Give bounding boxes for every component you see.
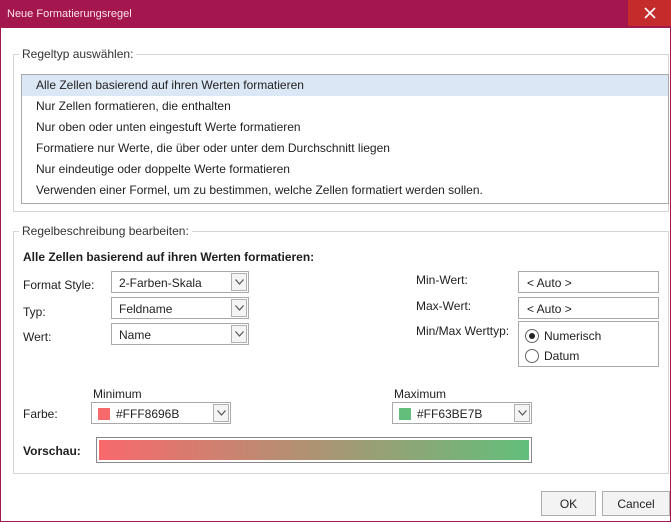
min-color-swatch	[98, 408, 110, 420]
radio-label: Numerisch	[544, 329, 602, 343]
rule-type-item[interactable]: Formatiere nur Werte, die über oder unte…	[22, 138, 668, 159]
typ-select[interactable]: Feldname	[111, 297, 249, 319]
wert-label: Wert:	[23, 330, 52, 344]
max-value-field[interactable]: < Auto >	[518, 297, 659, 319]
rule-type-item[interactable]: Nur Zellen formatieren, die enthalten	[22, 96, 668, 117]
rule-type-legend: Regeltyp auswählen:	[22, 47, 134, 61]
preview-gradient	[99, 440, 529, 460]
minmax-type-group: Numerisch Datum	[518, 321, 659, 367]
max-value-text: < Auto >	[527, 302, 572, 316]
radio-numerisch[interactable]: Numerisch	[525, 327, 601, 345]
dropdown-button[interactable]	[231, 273, 247, 291]
dropdown-button[interactable]	[514, 404, 530, 422]
preview-bar	[96, 437, 532, 463]
radio-button-checked[interactable]	[525, 329, 539, 343]
rule-type-item[interactable]: Nur oben oder unten eingestuft Werte for…	[22, 117, 668, 138]
farbe-label: Farbe:	[23, 407, 58, 421]
chevron-down-icon	[517, 410, 527, 416]
minimum-label: Minimum	[93, 387, 142, 401]
chevron-down-icon	[216, 410, 226, 416]
min-color-text: #FFF8696B	[116, 407, 180, 421]
dropdown-button[interactable]	[231, 325, 247, 343]
format-style-select[interactable]: 2-Farben-Skala	[111, 271, 249, 293]
min-value-text: < Auto >	[527, 276, 572, 290]
title-bar: Neue Formatierungsregel	[1, 0, 671, 28]
typ-label: Typ:	[23, 305, 46, 319]
maximum-label: Maximum	[394, 387, 447, 401]
description-heading: Alle Zellen basierend auf ihren Werten f…	[23, 250, 315, 264]
dialog-window: Neue Formatierungsregel Regeltyp auswähl…	[0, 0, 671, 522]
rule-type-item[interactable]: Nur eindeutige oder doppelte Werte forma…	[22, 159, 668, 180]
rule-type-item[interactable]: Alle Zellen basierend auf ihren Werten f…	[22, 75, 668, 96]
radio-button[interactable]	[525, 349, 539, 363]
format-style-value: 2-Farben-Skala	[119, 276, 202, 290]
max-value-label: Max-Wert:	[416, 299, 472, 313]
max-color-picker[interactable]: #FF63BE7B	[392, 402, 532, 424]
preview-label: Vorschau:	[23, 444, 81, 458]
max-color-swatch	[399, 408, 411, 420]
ok-button[interactable]: OK	[541, 491, 596, 516]
window-title: Neue Formatierungsregel	[7, 8, 132, 20]
cancel-button[interactable]: Cancel	[602, 491, 670, 516]
dropdown-button[interactable]	[213, 404, 229, 422]
rule-type-item[interactable]: Verwenden einer Formel, um zu bestimmen,…	[22, 180, 668, 201]
minmax-type-label: Min/Max Werttyp:	[416, 324, 510, 338]
chevron-down-icon	[234, 331, 244, 337]
min-value-field[interactable]: < Auto >	[518, 271, 659, 293]
wert-value: Name	[119, 328, 152, 342]
rule-description-legend: Regelbeschreibung bearbeiten:	[22, 224, 189, 238]
chevron-down-icon	[234, 279, 244, 285]
min-value-label: Min-Wert:	[416, 273, 468, 287]
dropdown-button[interactable]	[231, 299, 247, 317]
format-style-label: Format Style:	[23, 278, 95, 292]
typ-value: Feldname	[119, 302, 173, 316]
min-color-picker[interactable]: #FFF8696B	[91, 402, 231, 424]
wert-select[interactable]: Name	[111, 323, 249, 345]
radio-datum[interactable]: Datum	[525, 347, 579, 365]
close-button[interactable]	[628, 0, 671, 26]
radio-label: Datum	[544, 349, 580, 363]
max-color-text: #FF63BE7B	[417, 407, 483, 421]
close-icon	[644, 7, 656, 19]
chevron-down-icon	[234, 305, 244, 311]
rule-type-list[interactable]: Alle Zellen basierend auf ihren Werten f…	[21, 74, 669, 204]
